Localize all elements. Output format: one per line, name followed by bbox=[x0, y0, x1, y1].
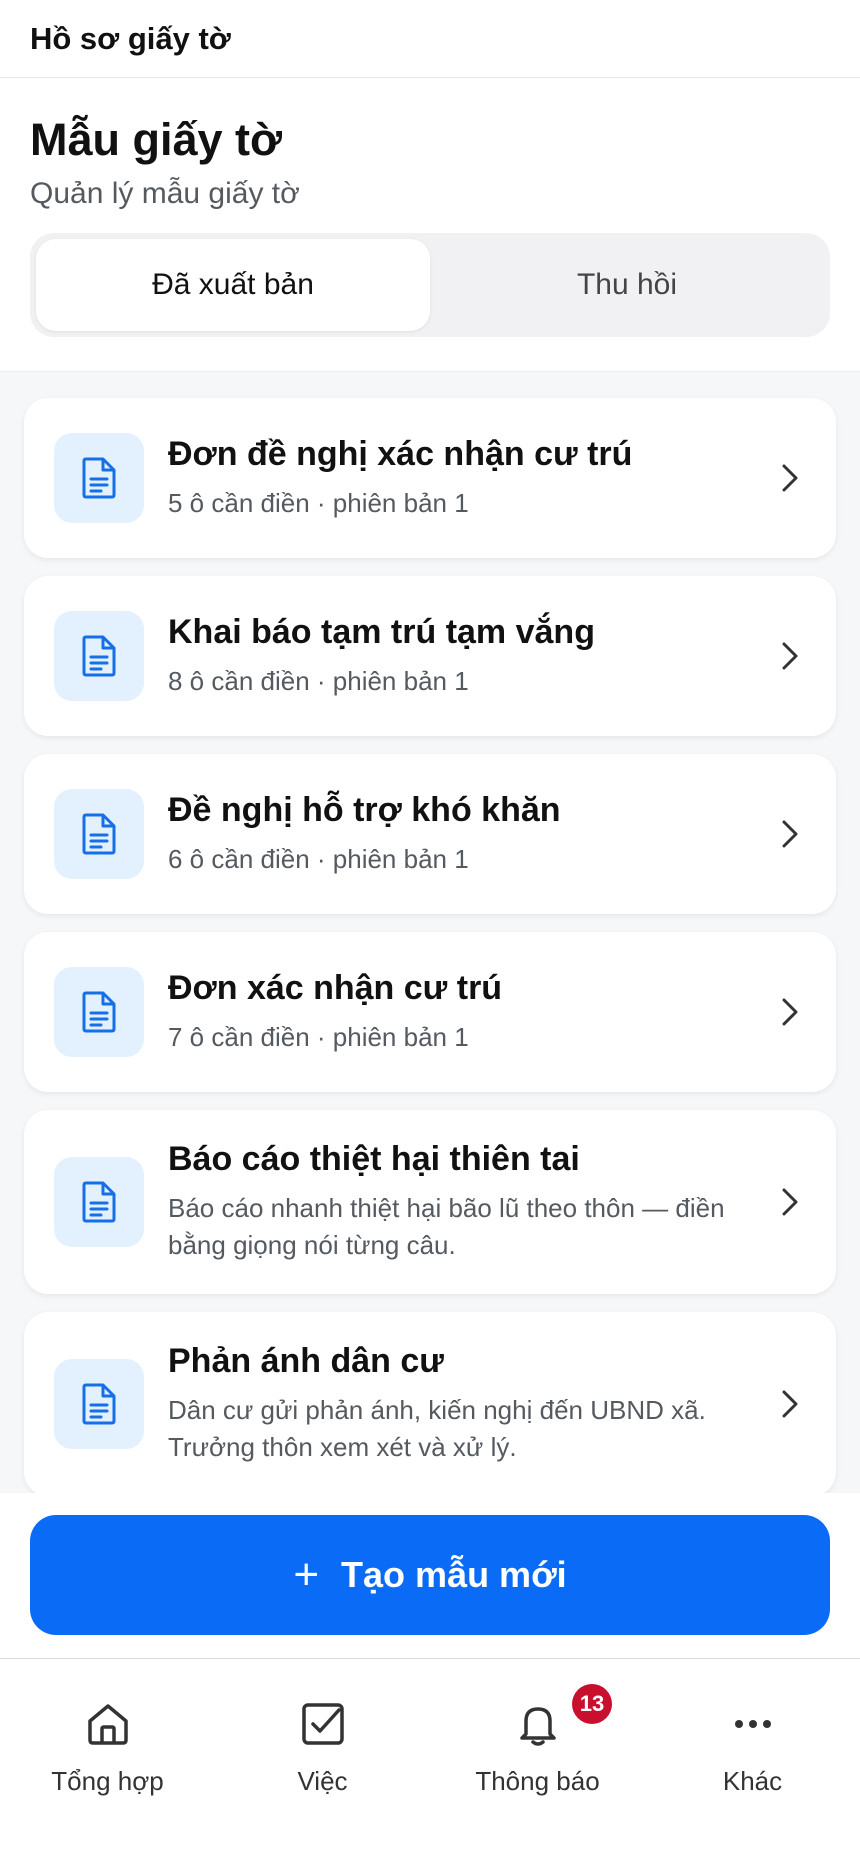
plus-icon: + bbox=[293, 1550, 320, 1599]
page-subtitle: Quản lý mẫu giấy tờ bbox=[30, 176, 300, 210]
app-bar: Hồ sơ giấy tờ bbox=[0, 0, 860, 78]
document-icon bbox=[54, 433, 144, 523]
tab-revoked[interactable]: Thu hồi bbox=[430, 239, 824, 331]
document-icon bbox=[54, 789, 144, 879]
app-bar-title: Hồ sơ giấy tờ bbox=[30, 20, 231, 56]
page-header: Mẫu giấy tờ Quản lý mẫu giấy tờ Đã xuất … bbox=[0, 78, 860, 370]
template-title: Khai báo tạm trú tạm vắng bbox=[168, 612, 595, 651]
create-template-button[interactable]: + Tạo mẫu mới bbox=[30, 1515, 830, 1635]
document-icon bbox=[54, 611, 144, 701]
template-card[interactable]: Đơn xác nhận cư trú 7 ô cần điền · phiên… bbox=[24, 932, 836, 1092]
tab-tasks[interactable]: Việc bbox=[215, 1660, 430, 1864]
create-template-label: Tạo mẫu mới bbox=[341, 1554, 567, 1595]
status-segmented-control: Đã xuất bản Thu hồi bbox=[30, 232, 830, 337]
template-title: Đơn xác nhận cư trú bbox=[168, 968, 503, 1007]
template-card[interactable]: Phản ánh dân cư Dân cư gửi phản ánh, kiế… bbox=[24, 1312, 836, 1493]
tab-label: Việc bbox=[297, 1766, 348, 1796]
template-subtitle: 7 ô cần điền · phiên bản 1 bbox=[168, 1021, 469, 1052]
template-title: Báo cáo thiệt hại thiên tai bbox=[168, 1139, 580, 1178]
tab-more[interactable]: Khác bbox=[645, 1660, 860, 1864]
template-subtitle: 8 ô cần điền · phiên bản 1 bbox=[168, 665, 469, 696]
document-icon bbox=[54, 1157, 144, 1247]
template-title: Đề nghị hỗ trợ khó khăn bbox=[168, 790, 561, 829]
tab-label: Thông báo bbox=[475, 1766, 600, 1796]
bell-icon bbox=[514, 1696, 562, 1752]
document-icon bbox=[54, 967, 144, 1057]
template-subtitle: 6 ô cần điền · phiên bản 1 bbox=[168, 843, 469, 874]
template-card[interactable]: Báo cáo thiệt hại thiên tai Báo cáo nhan… bbox=[24, 1110, 836, 1294]
page-title: Mẫu giấy tờ bbox=[30, 114, 283, 165]
home-icon bbox=[84, 1696, 132, 1752]
tab-label: Khác bbox=[722, 1766, 783, 1796]
template-title: Đơn đề nghị xác nhận cư trú bbox=[168, 434, 633, 473]
chevron-right-icon bbox=[772, 1187, 808, 1217]
template-card[interactable]: Đơn đề nghị xác nhận cư trú 5 ô cần điền… bbox=[24, 398, 836, 558]
template-subtitle: 5 ô cần điền · phiên bản 1 bbox=[168, 487, 469, 518]
document-icon bbox=[54, 1359, 144, 1449]
checkbox-icon bbox=[299, 1696, 347, 1752]
tab-published[interactable]: Đã xuất bản bbox=[36, 238, 430, 331]
template-description: Báo cáo nhanh thiệt hại bão lũ theo thôn… bbox=[168, 1192, 725, 1261]
tab-summary[interactable]: Tổng hợp bbox=[0, 1660, 215, 1864]
chevron-right-icon bbox=[772, 997, 808, 1027]
notification-count-badge: 13 bbox=[572, 1684, 612, 1724]
more-icon bbox=[729, 1696, 777, 1752]
chevron-right-icon bbox=[772, 463, 808, 493]
chevron-right-icon bbox=[772, 819, 808, 849]
template-description: Dân cư gửi phản ánh, kiến nghị đến UBND … bbox=[168, 1394, 706, 1463]
template-card[interactable]: Đề nghị hỗ trợ khó khăn 6 ô cần điền · p… bbox=[24, 754, 836, 914]
template-card[interactable]: Khai báo tạm trú tạm vắng 8 ô cần điền ·… bbox=[24, 576, 836, 736]
tab-notifications[interactable]: Thông báo 13 bbox=[430, 1660, 645, 1864]
bottom-tab-bar: Tổng hợp Việc Thông báo 13 Khác bbox=[0, 1660, 860, 1864]
chevron-right-icon bbox=[772, 641, 808, 671]
chevron-right-icon bbox=[772, 1389, 808, 1419]
tab-label: Tổng hợp bbox=[51, 1766, 164, 1796]
bottom-action-bar: + Tạo mẫu mới bbox=[0, 1493, 860, 1659]
template-title: Phản ánh dân cư bbox=[168, 1341, 444, 1380]
template-list: Đơn đề nghị xác nhận cư trú 5 ô cần điền… bbox=[0, 371, 860, 1493]
